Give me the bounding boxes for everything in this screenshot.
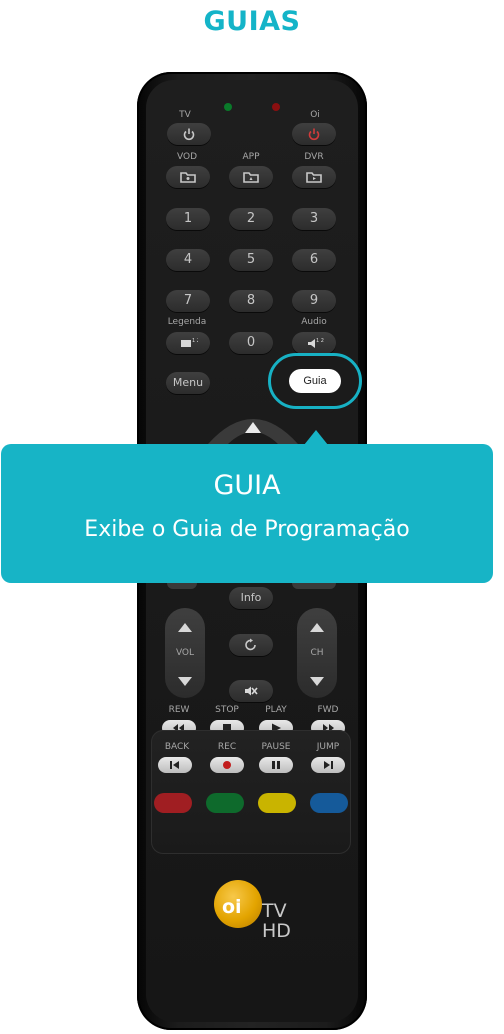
subtitle-button[interactable]: 1 2	[166, 332, 210, 354]
green-led	[224, 103, 232, 111]
power-icon	[183, 128, 195, 141]
vol-label: VOL	[175, 648, 195, 658]
last-channel-button[interactable]	[229, 634, 273, 656]
stop-label: STOP	[215, 705, 239, 715]
vod-label: VOD	[176, 152, 197, 162]
fwd-label: FWD	[317, 705, 339, 715]
key-7[interactable]: 7	[166, 290, 210, 312]
dvr-label: DVR	[304, 152, 324, 162]
power-icon	[308, 128, 320, 141]
vod-button[interactable]	[166, 166, 210, 188]
key-2[interactable]: 2	[229, 208, 273, 230]
back-label: BACK	[164, 742, 190, 752]
key-1[interactable]: 1	[166, 208, 210, 230]
dpad-edge-right	[292, 583, 336, 589]
rec-label: REC	[217, 742, 237, 752]
oi-power-button[interactable]	[292, 123, 336, 145]
skip-back-icon	[170, 761, 179, 769]
audio-button[interactable]: 1 2	[292, 332, 336, 354]
menu-button[interactable]: Menu	[166, 372, 210, 394]
pause-label: PAUSE	[261, 742, 291, 752]
refresh-icon	[245, 638, 256, 651]
mute-icon	[245, 686, 258, 696]
pause-icon	[272, 761, 280, 769]
mute-button[interactable]	[229, 680, 273, 702]
red-key[interactable]	[154, 793, 192, 813]
record-button[interactable]	[210, 757, 244, 773]
page-title: GUIAS	[203, 6, 301, 37]
play-label: PLAY	[265, 705, 287, 715]
dvr-button[interactable]	[292, 166, 336, 188]
svg-text:1 2: 1 2	[316, 338, 324, 344]
folder-icon	[243, 172, 259, 183]
skip-forward-button[interactable]	[311, 757, 345, 773]
app-button[interactable]	[229, 166, 273, 188]
folder-icon	[306, 172, 322, 183]
tooltip-panel	[1, 444, 493, 583]
record-icon	[223, 761, 231, 769]
green-key[interactable]	[206, 793, 244, 813]
audio-icon: 1 2	[308, 338, 324, 348]
oi-label: Oi	[310, 110, 320, 120]
jump-label: JUMP	[316, 742, 340, 752]
subtitle-icon: 1 2	[181, 338, 200, 347]
yellow-key[interactable]	[258, 793, 296, 813]
channel-up-icon[interactable]	[310, 623, 324, 632]
guia-button[interactable]: Guia	[289, 369, 341, 393]
pause-button[interactable]	[259, 757, 293, 773]
key-8[interactable]: 8	[229, 290, 273, 312]
rew-label: REW	[168, 705, 190, 715]
dpad-top[interactable]	[200, 400, 306, 446]
svg-text:1 2: 1 2	[192, 338, 198, 344]
key-4[interactable]: 4	[166, 249, 210, 271]
volume-down-icon[interactable]	[178, 677, 192, 686]
volume-up-icon[interactable]	[178, 623, 192, 632]
app-label: APP	[242, 152, 260, 162]
dpad-edge-left	[167, 583, 197, 589]
key-3[interactable]: 3	[292, 208, 336, 230]
tooltip-pointer	[304, 430, 328, 445]
red-led	[272, 103, 280, 111]
legenda-label: Legenda	[167, 317, 207, 327]
ch-label: CH	[310, 648, 324, 658]
audio-label: Audio	[301, 317, 327, 327]
channel-down-icon[interactable]	[310, 677, 324, 686]
logo-hd-text: HD	[262, 920, 291, 942]
tv-label: TV	[179, 110, 191, 120]
tooltip-description: Exibe o Guia de Programação	[84, 517, 410, 542]
blue-key[interactable]	[310, 793, 348, 813]
tooltip-title: GUIA	[213, 470, 281, 501]
skip-forward-icon	[324, 761, 333, 769]
folder-icon	[180, 172, 196, 183]
key-6[interactable]: 6	[292, 249, 336, 271]
key-5[interactable]: 5	[229, 249, 273, 271]
info-button[interactable]: Info	[229, 587, 273, 609]
logo-tv-text: TV	[262, 900, 287, 922]
key-0[interactable]: 0	[229, 332, 273, 354]
skip-back-button[interactable]	[158, 757, 192, 773]
key-9[interactable]: 9	[292, 290, 336, 312]
tv-power-button[interactable]	[167, 123, 211, 145]
oi-logo-text: oi	[222, 896, 242, 918]
